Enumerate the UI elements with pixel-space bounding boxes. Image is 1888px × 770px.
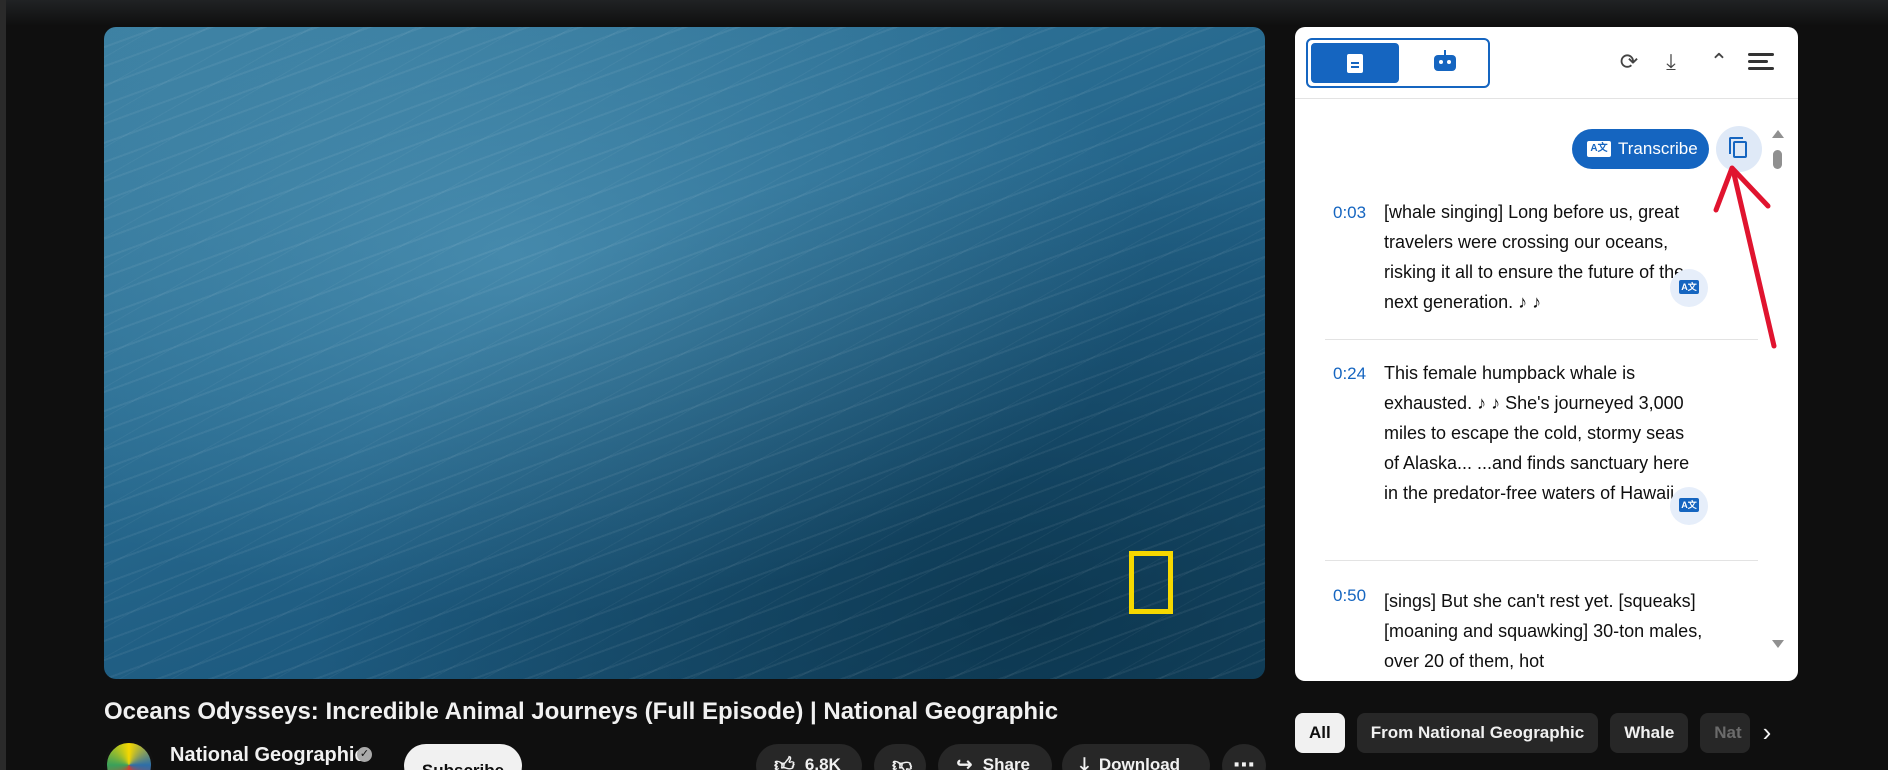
chip-truncated[interactable]: Nat bbox=[1700, 713, 1751, 753]
scroll-up-arrow[interactable] bbox=[1772, 130, 1784, 138]
transcribe-label: Transcribe bbox=[1618, 139, 1698, 158]
download-arrow-icon: ⤓ bbox=[1080, 754, 1089, 770]
filter-chips: All From National Geographic Whale Nat bbox=[1295, 713, 1751, 753]
like-button[interactable]: 👍︎ 6.8K bbox=[756, 744, 862, 770]
segment-timestamp[interactable]: 0:24 bbox=[1333, 364, 1366, 384]
channel-avatar[interactable] bbox=[104, 740, 154, 770]
translate-icon: A文 bbox=[1679, 498, 1699, 512]
like-count: 6.8K bbox=[804, 755, 841, 770]
download-label: Download bbox=[1098, 755, 1181, 770]
scroll-down-arrow[interactable] bbox=[1772, 640, 1784, 648]
share-label: Share bbox=[982, 755, 1031, 770]
chevron-right-icon[interactable]: › bbox=[1752, 713, 1782, 753]
transcript-mode-button[interactable] bbox=[1311, 43, 1399, 83]
translate-icon: A文 bbox=[1587, 141, 1611, 157]
chip-all[interactable]: All bbox=[1295, 713, 1345, 753]
chip-from-national-geographic[interactable]: From National Geographic bbox=[1356, 713, 1599, 753]
dislike-button[interactable]: 👎︎ bbox=[874, 744, 926, 770]
segment-divider bbox=[1325, 560, 1758, 561]
chip-whale[interactable]: Whale bbox=[1610, 713, 1689, 753]
national-geographic-logo bbox=[1129, 551, 1173, 614]
translate-segment-button[interactable]: A文 bbox=[1670, 487, 1708, 525]
verified-check-icon: ✓ bbox=[357, 747, 372, 762]
share-icon: ↪ bbox=[956, 754, 973, 770]
top-shade bbox=[6, 0, 1888, 26]
segment-divider bbox=[1325, 339, 1758, 340]
collapse-icon[interactable]: ⌃ bbox=[1706, 49, 1732, 75]
transcribe-button[interactable]: A文 Transcribe bbox=[1572, 129, 1709, 169]
segment-text: [whale singing] Long before us, great tr… bbox=[1384, 202, 1685, 312]
document-icon bbox=[1347, 54, 1363, 73]
mode-toggle bbox=[1306, 38, 1490, 88]
robot-icon bbox=[1434, 50, 1456, 71]
translate-icon: A文 bbox=[1679, 280, 1699, 294]
segment-text: This female humpback whale is exhausted.… bbox=[1384, 363, 1690, 503]
subscribe-button[interactable]: Subscribe bbox=[404, 744, 522, 770]
sync-icon[interactable]: ⟳ bbox=[1616, 49, 1642, 75]
channel-name[interactable]: National Geographic bbox=[170, 744, 366, 767]
ai-mode-button[interactable] bbox=[1400, 43, 1488, 83]
page-left-edge bbox=[0, 0, 6, 770]
segment-timestamp[interactable]: 0:50 bbox=[1333, 586, 1366, 606]
thumbs-down-icon: 👎︎ bbox=[892, 754, 913, 770]
transcript-panel-header: ⟳ ⤓ ⌃ bbox=[1295, 27, 1798, 99]
download-icon[interactable]: ⤓ bbox=[1658, 49, 1684, 75]
segment-timestamp[interactable]: 0:03 bbox=[1333, 203, 1366, 223]
download-button[interactable]: ⤓ Download bbox=[1062, 744, 1210, 770]
video-title: Oceans Odysseys: Incredible Animal Journ… bbox=[104, 698, 1059, 725]
video-frame bbox=[104, 27, 1265, 679]
segment-text: [sings] But she can't rest yet. [squeaks… bbox=[1384, 591, 1703, 671]
more-actions-button[interactable]: ⋯ bbox=[1222, 744, 1266, 770]
transcript-segment: 0:50 [sings] But she can't rest yet. [sq… bbox=[1325, 586, 1758, 681]
share-button[interactable]: ↪ Share bbox=[938, 744, 1052, 770]
menu-icon[interactable] bbox=[1748, 49, 1774, 75]
translate-segment-button[interactable]: A文 bbox=[1670, 269, 1708, 307]
video-player[interactable] bbox=[104, 27, 1265, 679]
thumbs-up-icon: 👍︎ bbox=[774, 754, 795, 770]
annotation-arrow bbox=[1713, 165, 1777, 349]
